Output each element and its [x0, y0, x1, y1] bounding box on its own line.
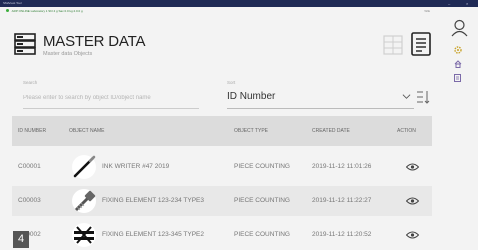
row-date: 2019-11-12 11:22:27 — [312, 197, 372, 204]
table-row[interactable]: C00002 FIXING ELEMENT 123-345 TYPE2 PIEC… — [12, 220, 432, 250]
row-name: FIXING ELEMENT 123-345 TYPE2 — [102, 231, 204, 238]
user-icon[interactable] — [451, 19, 468, 37]
view-eye-icon[interactable] — [406, 231, 419, 239]
right-nav-rail — [443, 7, 478, 248]
chevron-down-icon — [402, 94, 411, 99]
search-label: Search — [23, 80, 38, 85]
row-name: INK WRITER #47 2019 — [102, 163, 170, 170]
sort-value: ID Number — [227, 91, 276, 102]
row-type: PIECE COUNTING — [234, 197, 290, 204]
page-number-badge: 4 — [13, 231, 29, 248]
page-subtitle: Master data Objects — [43, 51, 93, 57]
view-eye-icon[interactable] — [406, 163, 419, 171]
window-title: SMArtest Tool — [3, 1, 22, 5]
page-title: MASTER DATA — [43, 33, 146, 50]
title-bar: SMArtest Tool – × — [0, 0, 478, 7]
minimize-button[interactable]: – — [448, 0, 450, 7]
document-icon[interactable] — [454, 74, 461, 82]
column-header-date[interactable]: CREATED DATE — [312, 116, 350, 146]
row-type: PIECE COUNTING — [234, 163, 290, 170]
close-button[interactable]: × — [466, 0, 468, 7]
row-type: PIECE COUNTING — [234, 231, 290, 238]
row-date: 2019-11-12 11:20:52 — [312, 231, 372, 238]
table-row[interactable]: C00001 INK WRITER #47 2019 PIECE COUNTIN… — [12, 152, 432, 182]
row-name: FIXING ELEMENT 123-234 TYPE3 — [102, 197, 204, 204]
status-right-text: WIE — [424, 9, 430, 13]
clamp-thumbnail-icon — [72, 223, 96, 247]
sort-order-icon[interactable] — [416, 89, 430, 105]
settings-icon[interactable] — [454, 46, 462, 54]
status-bar: ARP ONLINE Laboratory 1 Shl 4 g Sav 0.0 … — [0, 7, 442, 15]
online-status-icon — [6, 9, 9, 12]
column-header-action: ACTION — [397, 128, 416, 134]
sort-label: Sort — [227, 80, 236, 85]
sort-select[interactable]: ID Number — [227, 88, 414, 109]
screw-thumbnail-icon — [72, 189, 96, 213]
document-list-icon[interactable] — [411, 32, 431, 56]
column-header-id[interactable]: ID NUMBER — [18, 116, 46, 146]
status-text: ARP ONLINE Laboratory 1 Shl 4 g Sav 0.0 … — [11, 9, 83, 13]
page-header: MASTER DATA Master data Objects — [14, 29, 434, 63]
row-date: 2019-11-12 11:01:26 — [312, 163, 372, 170]
view-eye-icon[interactable] — [406, 197, 419, 205]
home-icon[interactable] — [454, 60, 462, 68]
database-icon — [14, 33, 36, 55]
grid-view-icon[interactable] — [383, 35, 403, 55]
row-id: C00003 — [18, 197, 41, 204]
pen-thumbnail-icon — [72, 155, 96, 179]
table-header: ID NUMBER OBJECT NAME OBJECT TYPE CREATE… — [12, 116, 432, 146]
column-header-name[interactable]: OBJECT NAME — [69, 116, 104, 146]
table-row[interactable]: C00003 FIXING ELEMENT 123-234 TYPE3 PIEC… — [12, 186, 432, 216]
column-header-type[interactable]: OBJECT TYPE — [234, 116, 268, 146]
search-input[interactable] — [23, 87, 199, 109]
row-id: C00001 — [18, 163, 41, 170]
